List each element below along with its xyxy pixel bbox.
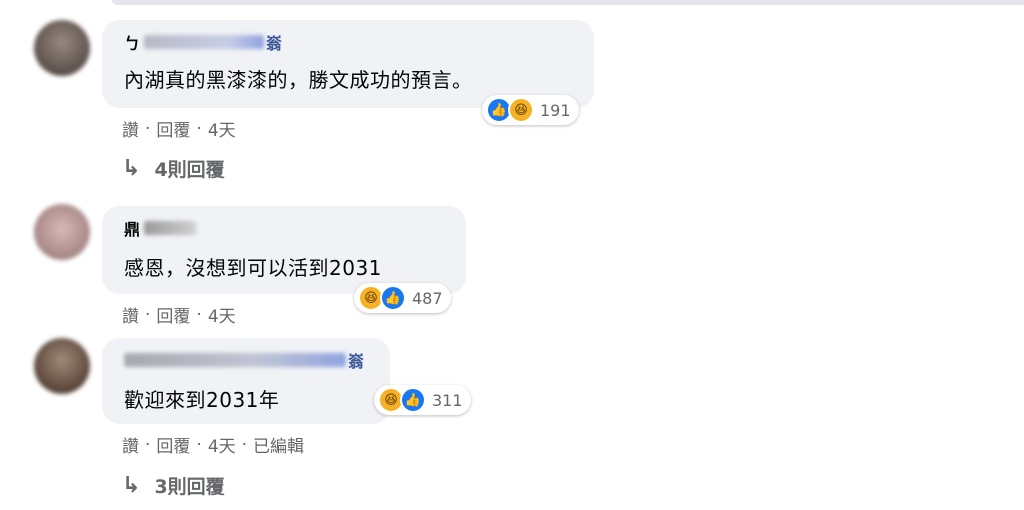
blurred-name	[144, 35, 265, 49]
view-replies-button[interactable]: ↳ 4則回覆	[122, 155, 225, 182]
reply-arrow-icon: ↳	[122, 473, 141, 498]
reaction-summary[interactable]: 👍 😆 191	[482, 95, 579, 125]
comment-actions: 讚 · 回覆 · 4天	[122, 116, 236, 142]
like-link[interactable]: 讚	[122, 116, 139, 141]
reply-arrow-icon: ↳	[122, 156, 141, 181]
comment-bubble: 鼎 感恩，沒想到可以活到2031	[102, 206, 466, 294]
reaction-count: 487	[412, 288, 443, 308]
edited-label: 已編輯	[253, 437, 305, 457]
like-link[interactable]: 讚	[122, 432, 139, 457]
comment-text: 歡迎來到2031年	[124, 388, 280, 412]
comment-actions: 讚 · 回覆 · 4天	[122, 302, 236, 328]
reply-link[interactable]: 回覆	[156, 116, 190, 141]
reaction-summary[interactable]: 😆 👍 487	[354, 283, 451, 313]
commenter-name[interactable]: 鼎	[124, 216, 197, 240]
reply-link[interactable]: 回覆	[156, 432, 190, 457]
commenter-name[interactable]: ㄅ 嵡	[124, 30, 282, 54]
like-link[interactable]: 讚	[122, 302, 139, 327]
reply-link[interactable]: 回覆	[156, 302, 190, 327]
laugh-icon: 😆	[508, 97, 534, 123]
avatar[interactable]	[34, 204, 90, 260]
timestamp[interactable]: 4天	[208, 302, 236, 327]
reaction-count: 311	[432, 390, 463, 410]
blurred-name	[124, 353, 346, 367]
timestamp[interactable]: 4天	[208, 432, 236, 457]
comment-text: 內湖真的黑漆漆的，勝文成功的預言。	[124, 68, 473, 92]
comment-actions: 讚 · 回覆 · 4天 · 已編輯	[122, 432, 305, 458]
blurred-name	[144, 221, 197, 235]
commenter-name[interactable]: 嵡	[124, 348, 364, 372]
avatar[interactable]	[34, 338, 90, 394]
thumbs-up-icon: 👍	[380, 285, 406, 311]
comment-text: 感恩，沒想到可以活到2031	[124, 256, 382, 280]
avatar[interactable]	[34, 20, 90, 76]
timestamp[interactable]: 4天	[208, 116, 236, 141]
comment-bubble: 嵡 歡迎來到2031年	[102, 338, 390, 424]
previous-comment-edge	[112, 0, 1024, 5]
reaction-summary[interactable]: 😆 👍 311	[374, 385, 471, 415]
view-replies-button[interactable]: ↳ 3則回覆	[122, 472, 225, 499]
reaction-count: 191	[540, 100, 571, 120]
thumbs-up-icon: 👍	[400, 387, 426, 413]
